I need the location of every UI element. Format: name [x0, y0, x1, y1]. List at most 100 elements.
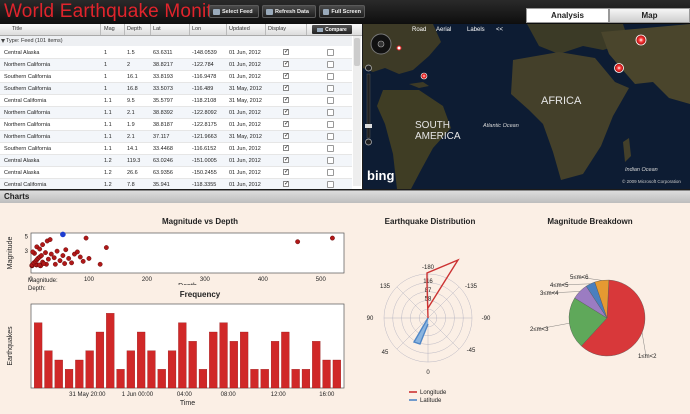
table-row[interactable]: Northern California 1.1 2.1 38.8392 -122.809… — [0, 107, 352, 119]
table-row[interactable]: Northern California 1 2 38.8217 -122.784 01 J… — [0, 59, 352, 71]
table-scrollbar-thumb[interactable] — [354, 38, 360, 66]
full-screen-button[interactable]: Full Screen — [319, 5, 365, 18]
frequency-bar — [322, 359, 331, 389]
display-checkbox[interactable]: ✓ — [283, 169, 289, 175]
scatter-x-label: Depth — [178, 283, 197, 285]
display-checkbox[interactable]: ✓ — [283, 97, 289, 103]
collapse-triangle-icon[interactable] — [1, 39, 5, 43]
select-feed-label: Select Feed — [222, 8, 253, 15]
cell-title: Central California — [4, 181, 47, 188]
cell-updated: 01 Jun, 2012 — [229, 121, 261, 128]
display-checkbox[interactable]: ✓ — [283, 157, 289, 163]
compare-checkbox[interactable] — [327, 61, 334, 68]
display-checkbox[interactable]: ✓ — [283, 73, 289, 79]
compare-checkbox[interactable] — [327, 181, 334, 188]
display-checkbox[interactable]: ✓ — [283, 121, 289, 127]
compare-checkbox[interactable] — [327, 97, 334, 104]
frequency-bar — [332, 359, 341, 389]
table-row[interactable]: Southern California 1 16.8 33.5073 -116.489 3… — [0, 83, 352, 95]
frequency-bar — [106, 313, 115, 389]
earthquake-map[interactable]: Road Aerial Labels << AFRICA SOUTH AMERI… — [363, 24, 690, 189]
compare-checkbox[interactable] — [327, 49, 334, 56]
scatter-point — [295, 239, 301, 245]
frequency-bar — [116, 369, 125, 389]
display-checkbox[interactable]: ✓ — [283, 109, 289, 115]
column-header-lon[interactable]: Lon — [192, 26, 201, 32]
compare-checkbox[interactable] — [327, 85, 334, 92]
cell-updated: 01 Jun, 2012 — [229, 61, 261, 68]
table-row[interactable]: Northern California 1.1 1.9 38.8187 -122.817… — [0, 119, 352, 131]
refresh-data-button[interactable]: Refresh Data — [262, 5, 316, 18]
scatter-point — [69, 260, 74, 266]
cell-title: Southern California — [4, 145, 52, 152]
compare-icon — [317, 27, 324, 32]
compare-checkbox[interactable] — [327, 145, 334, 152]
cell-mag: 1.2 — [104, 181, 112, 188]
column-header-title[interactable]: Title — [12, 26, 22, 32]
compare-checkbox[interactable] — [327, 121, 334, 128]
scatter-point — [66, 256, 72, 261]
table-row[interactable]: Southern California 1.1 14.1 33.4468 -116.61… — [0, 143, 352, 155]
compare-checkbox[interactable] — [327, 133, 334, 140]
cell-depth: 26.6 — [127, 169, 138, 176]
table-row[interactable]: Central California 1.1 9.5 35.5797 -118.2108… — [0, 95, 352, 107]
table-row[interactable]: Southern California 1 16.1 33.8193 -116.9478… — [0, 71, 352, 83]
cell-mag: 1 — [104, 49, 108, 56]
table-row[interactable]: Central Alaska 1.2 119.3 63.0246 -151.0005 01… — [0, 155, 352, 167]
map-style-aerial[interactable]: Aerial — [436, 27, 451, 33]
display-checkbox[interactable]: ✓ — [283, 85, 289, 91]
magnitude-vs-depth-chart[interactable]: 0 100 200 300 400 500 3 5 Depth Magnitude — [0, 225, 350, 285]
cell-depth: 2.1 — [127, 109, 135, 116]
frequency-bar — [147, 350, 156, 389]
compare-checkbox[interactable] — [327, 157, 334, 164]
cell-mag: 1.1 — [104, 133, 112, 140]
scatter-point — [62, 261, 68, 266]
cell-lat: 63.0246 — [153, 157, 173, 164]
bar-y-label: Earthquakes — [7, 326, 14, 366]
compare-checkbox[interactable] — [327, 109, 334, 116]
display-checkbox[interactable]: ✓ — [283, 181, 289, 187]
table-row[interactable]: Central California 1.2 7.8 35.941 -118.3355 0… — [0, 179, 352, 189]
frequency-chart[interactable]: 31 May 20:00 1 Jun 00:00 04:00 08:00 12:00 16… — [0, 298, 350, 414]
cell-mag: 1.1 — [104, 97, 112, 104]
scatter-point — [77, 254, 83, 260]
group-header[interactable]: Type: Feed (101 items) — [0, 36, 352, 46]
tab-map[interactable]: Map — [609, 8, 690, 23]
cell-title: Central Alaska — [4, 169, 40, 176]
column-header-mag[interactable]: Mag — [104, 26, 115, 32]
bar-x-tick: 31 May 20:00 — [69, 392, 106, 398]
magnitude-breakdown-chart[interactable]: 1≤m<2 2≤m<3 3≤m<4 4≤m<55≤m<6 — [520, 223, 690, 403]
cell-title: Southern California — [4, 85, 52, 92]
scatter-point — [54, 248, 60, 254]
table-row[interactable]: Northern California 1.1 2.1 37.117 -121.9663… — [0, 131, 352, 143]
compare-button[interactable]: Compare — [312, 25, 352, 34]
column-header-lat[interactable]: Lat — [153, 26, 161, 32]
display-checkbox[interactable]: ✓ — [283, 133, 289, 139]
compare-checkbox[interactable] — [327, 73, 334, 80]
cell-mag: 1 — [104, 85, 108, 92]
display-checkbox[interactable]: ✓ — [283, 61, 289, 67]
earthquake-table: Title Mag Depth Lat Lon Updated Display … — [0, 24, 362, 189]
cell-lat: 33.4468 — [153, 145, 173, 152]
scatter-point — [37, 246, 43, 252]
tab-analysis[interactable]: Analysis — [526, 8, 609, 23]
column-header-depth[interactable]: Depth — [127, 26, 142, 32]
compare-checkbox[interactable] — [327, 169, 334, 176]
table-row[interactable]: Central Alaska 1 1.5 63.6311 -148.0539 01 Jun… — [0, 47, 352, 59]
earthquake-distribution-chart[interactable]: -180-135-90-45045901351168758LongitudeLa… — [365, 223, 495, 403]
scatter-point — [86, 256, 92, 261]
scatter-point — [60, 253, 66, 258]
frequency-bar — [219, 322, 228, 389]
map-labels-toggle[interactable]: Labels — [467, 27, 485, 33]
display-checkbox[interactable]: ✓ — [283, 145, 289, 151]
map-style-road[interactable]: Road — [412, 27, 426, 33]
select-feed-button[interactable]: Select Feed — [209, 5, 259, 18]
column-header-updated[interactable]: Updated — [229, 26, 250, 32]
zoom-slider-track — [366, 73, 371, 139]
map-canvas[interactable] — [363, 24, 690, 189]
display-checkbox[interactable]: ✓ — [283, 49, 289, 55]
app-header: World Earthquake Monitor Select Feed Ref… — [0, 0, 690, 24]
table-row[interactable]: Central Alaska 1.2 26.6 63.9356 -150.2455 01 … — [0, 167, 352, 179]
map-collapse-control[interactable]: << — [496, 27, 503, 33]
column-header-display[interactable]: Display — [268, 26, 286, 32]
